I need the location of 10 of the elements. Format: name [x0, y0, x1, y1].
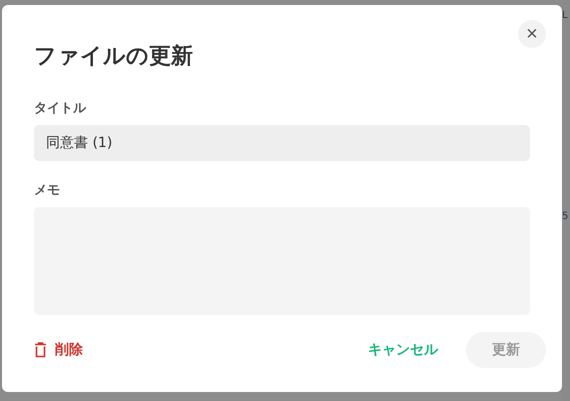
dialog-title: ファイルの更新 — [34, 43, 194, 71]
title-field[interactable]: 同意書 (1) — [34, 125, 530, 161]
cancel-button[interactable]: キャンセル — [368, 341, 438, 359]
field-label: タイトル — [34, 100, 88, 117]
field-label: メモ — [34, 182, 61, 199]
delete-button[interactable]: 削除 — [34, 341, 83, 359]
background-text: 5 — [562, 211, 568, 223]
background-text: L — [562, 10, 568, 22]
close-button[interactable]: × — [518, 20, 546, 48]
trash-icon — [34, 342, 47, 358]
